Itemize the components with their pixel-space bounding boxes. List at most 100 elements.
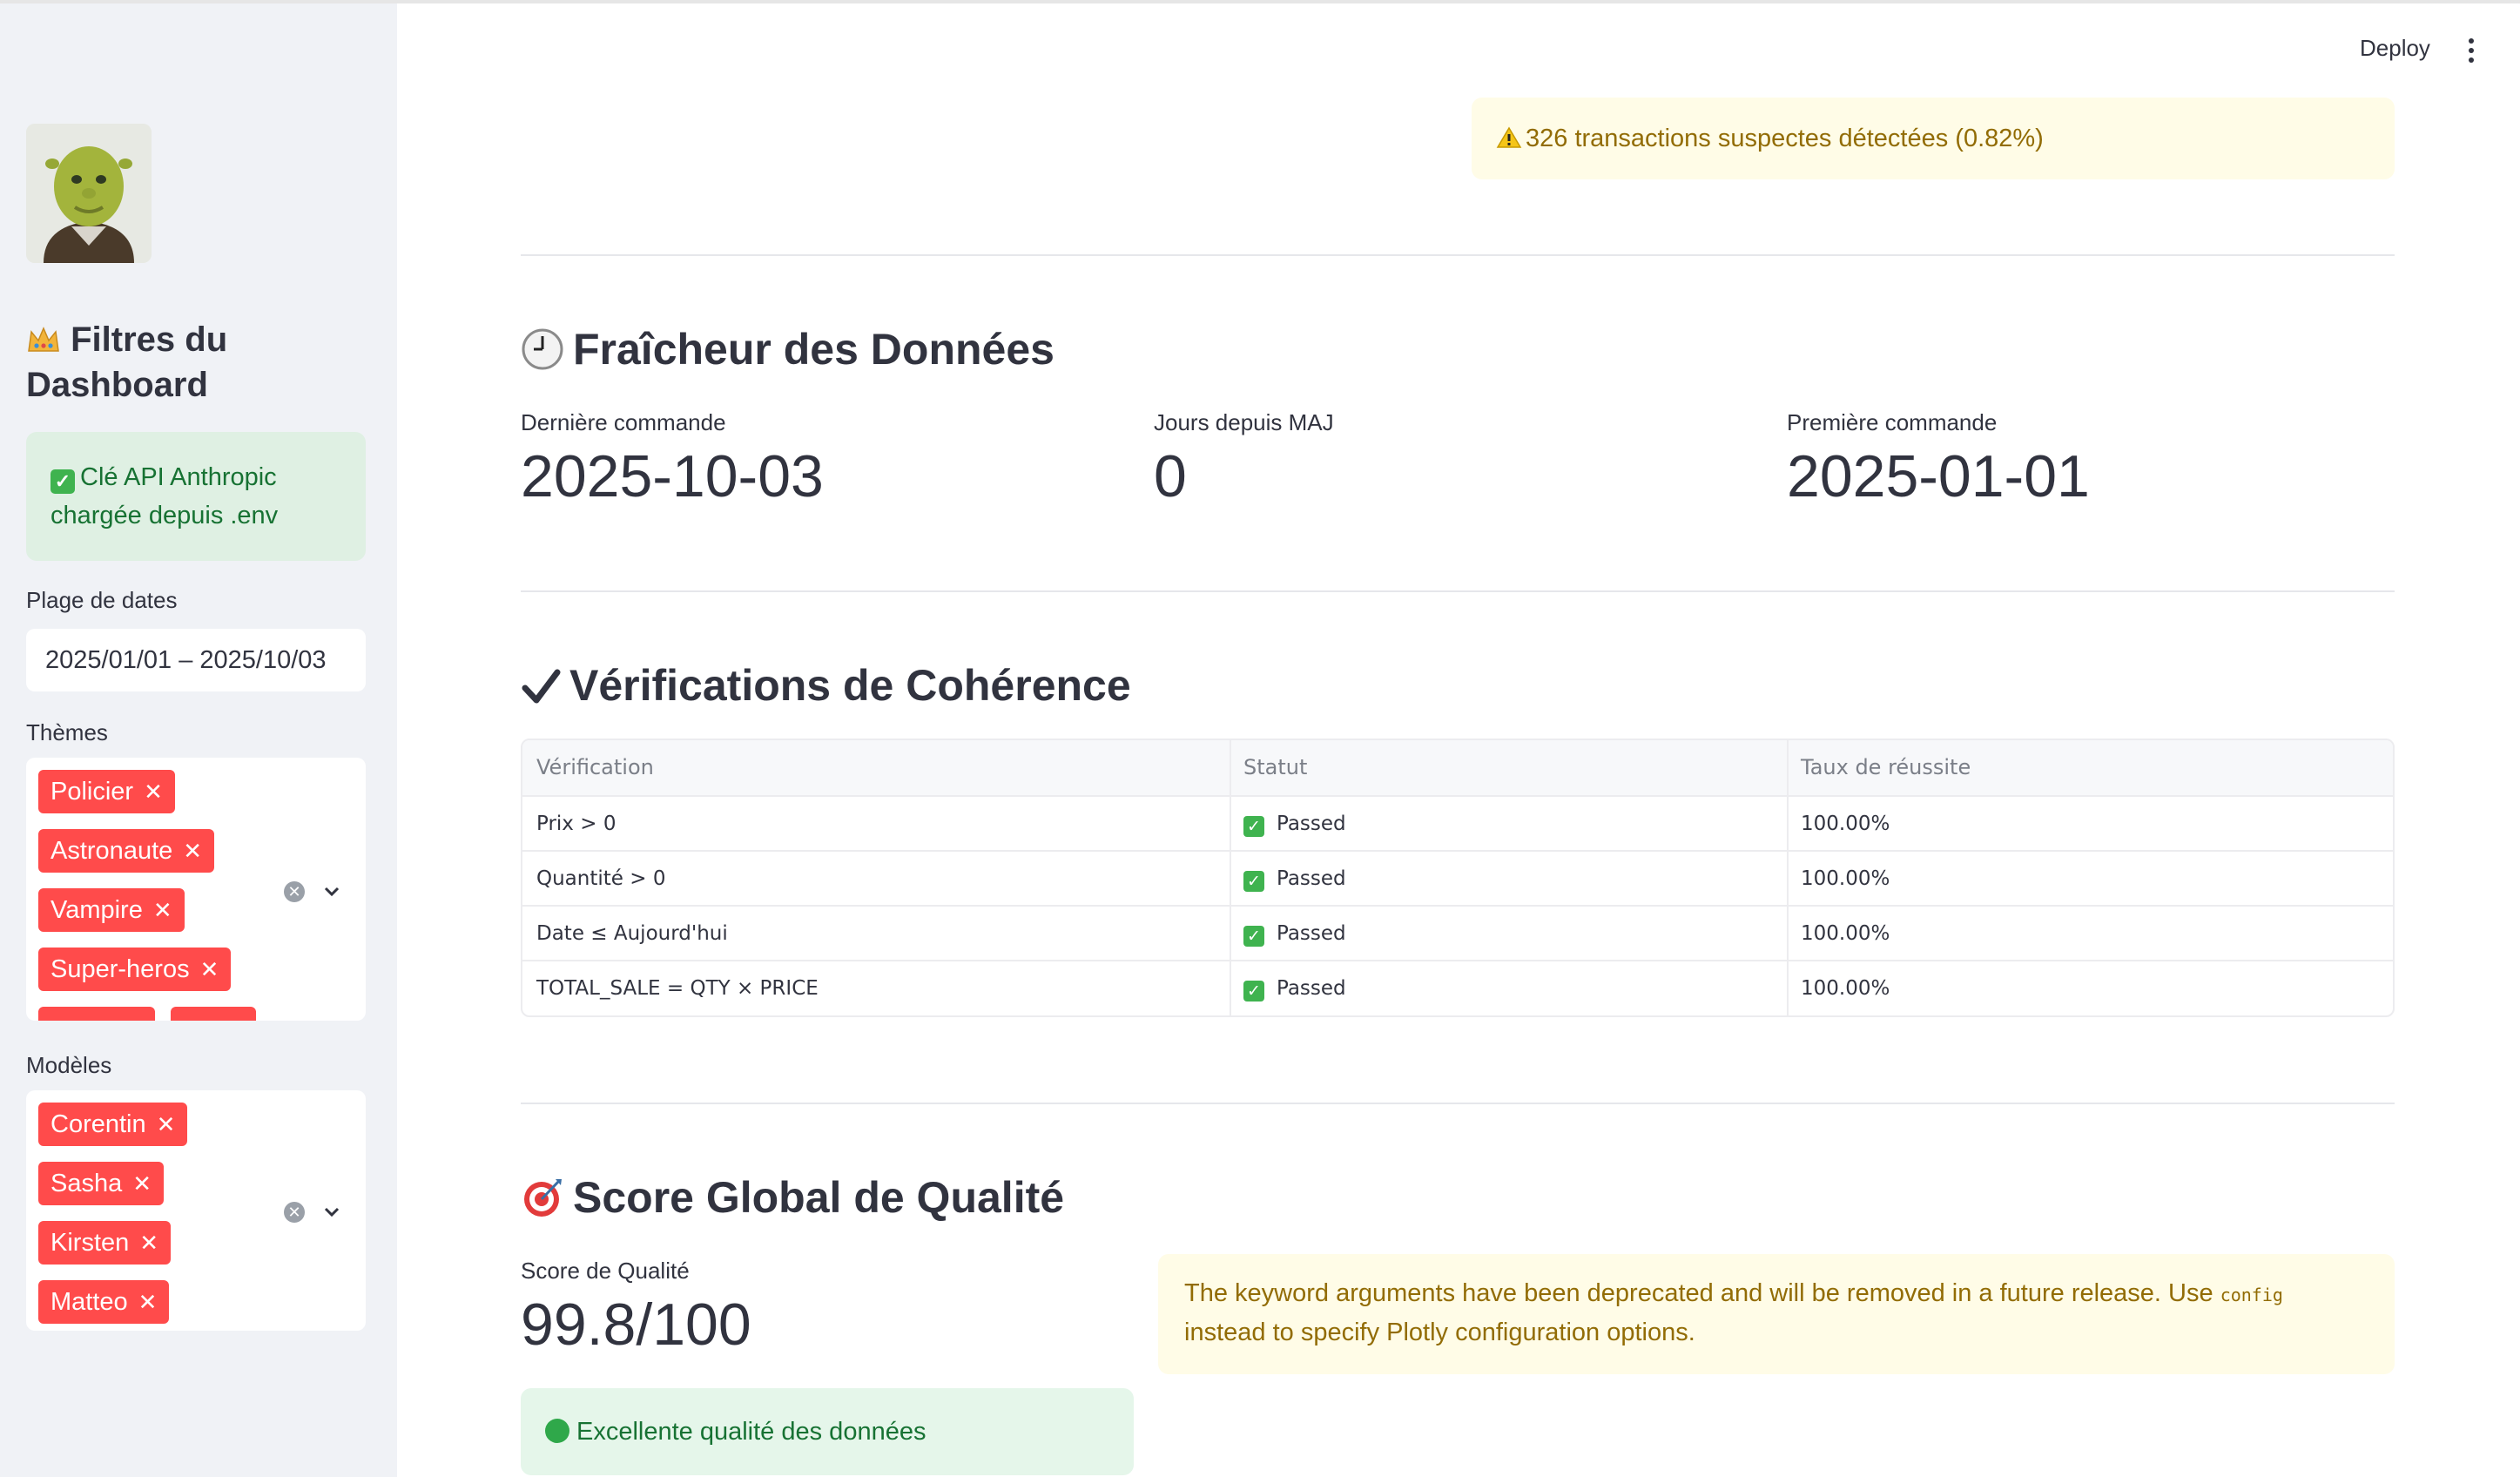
check-box-icon: ✓ <box>1243 926 1264 947</box>
theme-tag[interactable]: Policier ✕ <box>38 770 175 813</box>
config-code: config <box>2220 1285 2283 1305</box>
api-message-text: Clé API Anthropic chargée depuis .env <box>51 463 279 529</box>
deploy-button[interactable]: Deploy <box>2360 35 2430 62</box>
column-divider <box>1787 740 1789 1015</box>
clock-icon <box>521 327 564 381</box>
check-box-icon: ✓ <box>1243 871 1264 892</box>
metric-value: 2025-10-03 <box>521 443 824 509</box>
model-tag[interactable]: Matteo ✕ <box>38 1280 170 1324</box>
close-icon[interactable]: ✕ <box>144 779 163 805</box>
check-box-icon: ✓ <box>1243 816 1264 837</box>
sidebar-title: Filtres du Dashboard <box>26 317 374 408</box>
close-icon[interactable]: ✕ <box>139 1230 158 1256</box>
freshness-title-text: Fraîcheur des Données <box>573 325 1054 374</box>
metric-value: 0 <box>1154 443 1187 509</box>
quality-success-message: Excellente qualité des données <box>521 1388 1134 1475</box>
theme-tag[interactable]: Super-heros ✕ <box>38 948 232 991</box>
status-cell: ✓ Passed <box>1230 852 1346 907</box>
checks-table[interactable]: Vérification Statut Taux de réussite Pri… <box>521 738 2395 1017</box>
deprecation-text: The keyword arguments have been deprecat… <box>1184 1279 2220 1307</box>
freshness-title: Fraîcheur des Données <box>521 324 1054 381</box>
theme-tag-partial[interactable] <box>38 1007 155 1021</box>
table-header-row: Vérification Statut Taux de réussite <box>522 740 2393 795</box>
status-cell: ✓ Passed <box>1230 797 1346 852</box>
status-text: Passed <box>1277 867 1346 890</box>
theme-tag[interactable]: Astronaute ✕ <box>38 829 215 873</box>
tag-label: Matteo <box>51 1288 128 1316</box>
theme-tag-partial[interactable] <box>171 1007 256 1021</box>
date-range-input[interactable]: 2025/01/01 – 2025/10/03 <box>26 629 366 691</box>
check-cell: TOTAL_SALE = QTY × PRICE <box>536 977 819 1000</box>
checkmark-icon <box>521 667 561 718</box>
close-icon[interactable]: ✕ <box>200 956 219 982</box>
rate-cell: 100.00% <box>1801 813 1890 835</box>
divider <box>521 1103 2395 1104</box>
deprecation-text-end: instead to specify Plotly configuration … <box>1184 1319 1695 1346</box>
check-box-icon: ✓ <box>1243 981 1264 1002</box>
warning-icon <box>1496 126 1522 148</box>
rate-cell: 100.00% <box>1801 867 1890 890</box>
status-text: Passed <box>1277 977 1346 1000</box>
status-cell: ✓ Passed <box>1230 961 1346 1015</box>
table-row[interactable]: TOTAL_SALE = QTY × PRICE ✓ Passed 100.00% <box>522 960 2393 1015</box>
quality-title: Score Global de Qualité <box>521 1172 1064 1230</box>
target-icon <box>521 1176 564 1230</box>
table-row[interactable]: Date ≤ Aujourd'hui ✓ Passed 100.00% <box>522 905 2393 961</box>
column-header[interactable]: Vérification <box>522 740 654 795</box>
check-cell: Date ≤ Aujourd'hui <box>536 922 728 945</box>
tag-label: Sasha <box>51 1170 123 1197</box>
date-range-label: Plage de dates <box>26 587 178 613</box>
table-row[interactable]: Quantité > 0 ✓ Passed 100.00% <box>522 850 2393 907</box>
divider <box>521 254 2395 256</box>
divider <box>521 590 2395 592</box>
themes-label: Thèmes <box>26 719 108 745</box>
themes-multiselect[interactable]: Policier ✕ Astronaute ✕ Vampire ✕ Super-her… <box>26 758 366 1021</box>
tag-label: Astronaute <box>51 837 173 865</box>
status-cell: ✓ Passed <box>1230 907 1346 961</box>
tag-label: Vampire <box>51 896 143 924</box>
status-text: Passed <box>1277 813 1346 835</box>
deprecation-warning: The keyword arguments have been deprecat… <box>1158 1254 2395 1374</box>
tag-label: Corentin <box>51 1110 146 1138</box>
model-tag[interactable]: Kirsten ✕ <box>38 1221 172 1265</box>
checks-title-text: Vérifications de Cohérence <box>569 661 1131 710</box>
api-key-success-message: ✓ Clé API Anthropic chargée depuis .env <box>26 432 366 561</box>
close-icon[interactable]: ✕ <box>183 838 202 864</box>
check-cell: Quantité > 0 <box>536 867 666 890</box>
sidebar: Filtres du Dashboard ✓ Clé API Anthropic … <box>0 3 397 1477</box>
score-value: 99.8/100 <box>521 1292 751 1358</box>
model-tag[interactable]: Corentin ✕ <box>38 1103 188 1146</box>
close-icon[interactable]: ✕ <box>153 897 172 923</box>
chevron-down-icon[interactable] <box>322 881 341 900</box>
green-circle-icon <box>545 1419 569 1443</box>
model-tag[interactable]: Sasha ✕ <box>38 1162 165 1205</box>
close-icon[interactable]: ✕ <box>138 1289 158 1315</box>
check-box-icon: ✓ <box>51 469 75 494</box>
score-label: Score de Qualité <box>521 1258 690 1284</box>
metric-label: Première commande <box>1787 409 1998 435</box>
metric-label: Jours depuis MAJ <box>1154 409 1334 435</box>
avatar <box>26 124 152 263</box>
tag-label: Kirsten <box>51 1229 130 1257</box>
quality-title-text: Score Global de Qualité <box>573 1173 1065 1222</box>
warning-text: 326 transactions suspectes détectées (0.… <box>1526 125 2044 152</box>
clear-circle-icon[interactable]: ✕ <box>284 1202 305 1223</box>
status-text: Passed <box>1277 922 1346 945</box>
column-header[interactable]: Statut <box>1230 740 1307 795</box>
column-header[interactable]: Taux de réussite <box>1787 740 1971 795</box>
close-icon[interactable]: ✕ <box>157 1111 176 1137</box>
models-multiselect[interactable]: Corentin ✕ Sasha ✕ Kirsten ✕ Matteo ✕ ✕ <box>26 1090 366 1331</box>
tag-label: Super-heros <box>51 955 190 983</box>
close-icon[interactable]: ✕ <box>132 1170 152 1197</box>
success-text: Excellente qualité des données <box>576 1418 926 1446</box>
rate-cell: 100.00% <box>1801 977 1890 1000</box>
chevron-down-icon[interactable] <box>322 1202 341 1221</box>
suspect-transactions-warning: 326 transactions suspectes détectées (0.… <box>1472 98 2395 179</box>
crown-icon <box>26 320 61 352</box>
table-row[interactable]: Prix > 0 ✓ Passed 100.00% <box>522 795 2393 852</box>
kebab-menu-icon[interactable] <box>2463 37 2480 64</box>
metric-value: 2025-01-01 <box>1787 443 2090 509</box>
tag-label: Policier <box>51 778 134 806</box>
clear-circle-icon[interactable]: ✕ <box>284 881 305 902</box>
theme-tag[interactable]: Vampire ✕ <box>38 888 185 932</box>
